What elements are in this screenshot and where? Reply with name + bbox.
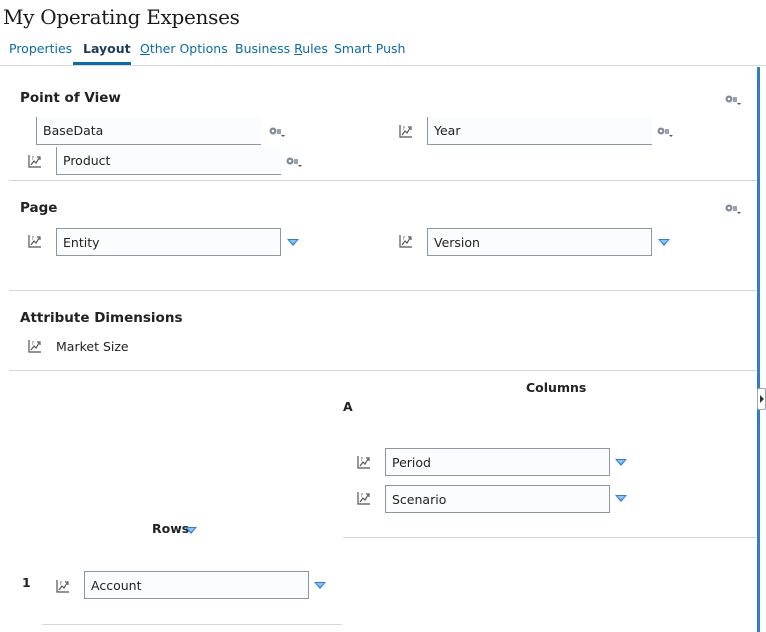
attribute-dimension-market-size[interactable]: Market Size (56, 339, 129, 354)
basedata-member-selector-icon[interactable] (268, 126, 286, 138)
rows-title: Rows (152, 521, 190, 536)
scenario-dropdown-arrow[interactable] (615, 495, 627, 502)
dimension-icon (26, 233, 44, 251)
period-dropdown-arrow[interactable] (615, 459, 627, 466)
section-divider (9, 290, 757, 291)
section-divider (9, 180, 757, 181)
page-settings-icon[interactable] (724, 203, 742, 215)
rows-dropdown-arrow[interactable] (185, 527, 197, 534)
dimension-icon (26, 153, 44, 171)
tab-business-rules[interactable]: Business Rules (235, 41, 328, 56)
column-group-label: A (343, 399, 353, 414)
page-title: My Operating Expenses (3, 5, 240, 29)
tab-label-part: ules (302, 41, 328, 56)
page-field-entity[interactable]: Entity (56, 228, 281, 256)
columns-title: Columns (526, 380, 587, 395)
column-field-period[interactable]: Period (385, 448, 610, 476)
dimension-icon (355, 490, 373, 508)
pov-settings-icon[interactable] (724, 94, 742, 106)
page-section-title: Page (20, 200, 58, 216)
attribute-dimensions-title: Attribute Dimensions (20, 310, 183, 326)
row-field-account[interactable]: Account (84, 571, 309, 599)
row-number: 1 (22, 575, 31, 590)
tab-label-part: ther Options (149, 41, 228, 56)
account-dropdown-arrow[interactable] (314, 582, 326, 589)
tab-other-options[interactable]: Other Options (140, 41, 228, 56)
page-field-version[interactable]: Version (427, 228, 652, 256)
tab-smart-push[interactable]: Smart Push (334, 41, 405, 56)
tab-layout[interactable]: Layout (83, 41, 131, 56)
version-dropdown-arrow[interactable] (658, 239, 670, 246)
dimension-icon (54, 578, 72, 596)
tab-label-mnemonic: O (140, 41, 150, 56)
tab-label-part: Business (235, 41, 295, 56)
pov-field-basedata[interactable]: BaseData (36, 117, 261, 145)
column-field-scenario[interactable]: Scenario (385, 485, 610, 513)
dimension-icon (355, 454, 373, 472)
year-member-selector-icon[interactable] (656, 126, 674, 138)
panel-right-border (757, 67, 760, 632)
rows-divider (42, 624, 342, 625)
entity-dropdown-arrow[interactable] (287, 239, 299, 246)
pov-section-title: Point of View (20, 90, 121, 106)
section-divider (9, 370, 757, 371)
columns-divider (343, 537, 757, 538)
pov-field-product[interactable]: Product (56, 147, 281, 175)
dimension-icon (397, 233, 415, 251)
tab-properties[interactable]: Properties (9, 41, 72, 56)
product-member-selector-icon[interactable] (285, 156, 303, 168)
active-tab-indicator (73, 62, 131, 65)
pov-field-year[interactable]: Year (427, 117, 652, 145)
dimension-icon (26, 338, 44, 356)
collapse-panel-handle[interactable] (757, 388, 766, 410)
tab-bar: Properties Layout Other Options Business… (0, 36, 766, 66)
dimension-icon (397, 123, 415, 141)
